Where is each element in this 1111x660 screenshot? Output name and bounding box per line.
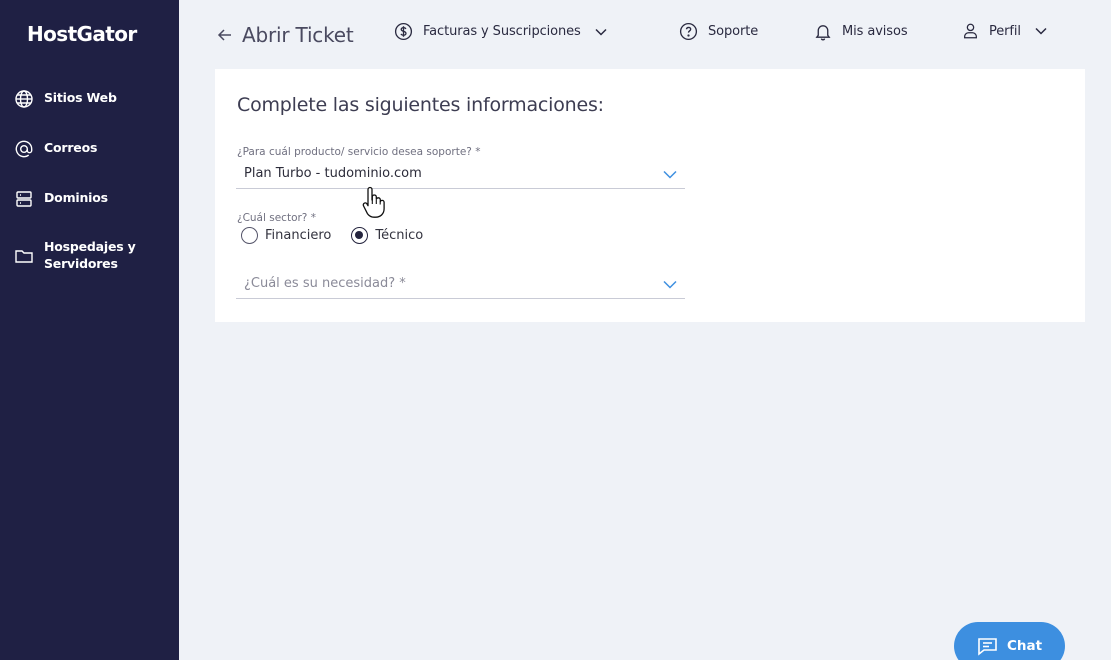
- radio-button-selected[interactable]: [351, 227, 369, 244]
- folder-icon: [15, 250, 33, 263]
- sidebar-item-hospedajes[interactable]: Hospedajes y Servidores: [14, 238, 174, 272]
- globe-icon: [15, 90, 33, 108]
- chat-label: Chat: [1007, 638, 1043, 654]
- dollar-circle-icon: [394, 22, 413, 41]
- at-icon: [15, 140, 33, 158]
- sidebar-item-label: Hospedajes y Servidores: [44, 239, 136, 271]
- sidebar-item-dominios[interactable]: Dominios: [14, 189, 174, 209]
- profile-label: Perfil: [989, 23, 1021, 39]
- notices-label: Mis avisos: [842, 24, 908, 39]
- ticket-form-card: Complete las siguientes informaciones: ¿…: [215, 69, 1085, 322]
- chevron-down-icon: [1035, 27, 1047, 35]
- chat-button[interactable]: Chat: [954, 622, 1065, 660]
- notices-link[interactable]: Mis avisos: [814, 22, 908, 41]
- sidebar-item-label: Correos: [44, 140, 98, 155]
- chevron-down-icon: [663, 280, 677, 289]
- hand-pointer-icon: [362, 186, 385, 218]
- sidebar-item-correos[interactable]: Correos: [14, 139, 174, 159]
- chevron-down-icon: [663, 170, 677, 179]
- form-heading: Complete las siguientes informaciones:: [237, 94, 604, 116]
- billing-label: Facturas y Suscripciones: [423, 24, 581, 39]
- radio-button[interactable]: [241, 227, 258, 244]
- product-select[interactable]: Plan Turbo - tudominio.com: [236, 161, 685, 189]
- hostgator-logo[interactable]: HostGator: [27, 22, 137, 46]
- support-label: Soporte: [708, 24, 759, 39]
- chevron-down-icon: [595, 28, 607, 36]
- back-button[interactable]: Abrir Ticket: [217, 23, 354, 47]
- page-title: Abrir Ticket: [242, 23, 354, 47]
- product-select-value: Plan Turbo - tudominio.com: [244, 166, 422, 181]
- sector-radio-group: Financiero Técnico: [241, 227, 443, 244]
- server-icon: [16, 191, 32, 207]
- sector-option-financiero[interactable]: Financiero: [241, 227, 331, 244]
- profile-menu[interactable]: Perfil: [962, 22, 1047, 40]
- sidebar-item-sitios-web[interactable]: Sitios Web: [14, 89, 174, 109]
- sidebar: HostGator Sitios Web Correos Dominios Ho…: [0, 0, 179, 660]
- sector-field-label: ¿Cuál sector? *: [237, 212, 316, 224]
- chat-bubble-icon: [978, 637, 997, 656]
- radio-label: Técnico: [375, 228, 424, 243]
- bell-icon: [815, 25, 831, 41]
- sidebar-item-label: Dominios: [44, 190, 108, 205]
- sidebar-item-label: Sitios Web: [44, 90, 117, 105]
- need-select-placeholder: ¿Cuál es su necesidad? *: [244, 276, 406, 291]
- radio-label: Financiero: [265, 228, 332, 243]
- user-icon: [964, 23, 977, 39]
- sector-option-tecnico[interactable]: Técnico: [351, 227, 423, 244]
- support-link[interactable]: Soporte: [679, 22, 758, 41]
- top-bar: Abrir Ticket Facturas y Suscripciones So…: [179, 0, 1111, 66]
- arrow-left-icon: [217, 29, 231, 41]
- need-select[interactable]: ¿Cuál es su necesidad? *: [236, 271, 685, 299]
- billing-menu[interactable]: Facturas y Suscripciones: [394, 22, 607, 41]
- product-field-label: ¿Para cuál producto/ servicio desea sopo…: [237, 146, 481, 158]
- help-circle-icon: [679, 22, 698, 41]
